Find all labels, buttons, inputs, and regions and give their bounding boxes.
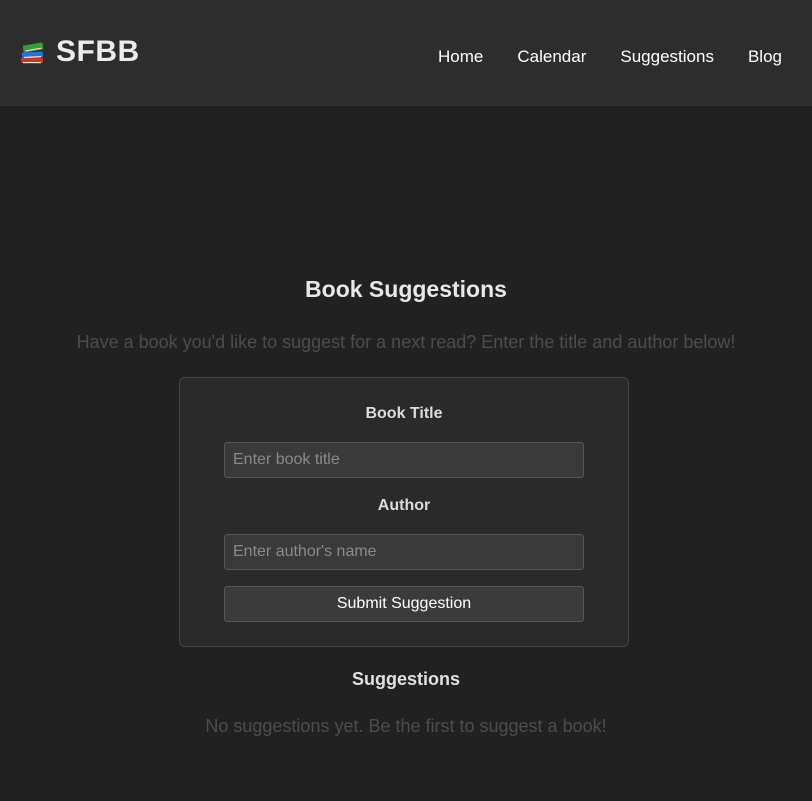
site-header: SFBB Home Calendar Suggestions Blog [0, 0, 812, 106]
nav-link-blog[interactable]: Blog [748, 47, 782, 67]
author-input[interactable] [224, 534, 584, 570]
nav-link-home[interactable]: Home [438, 47, 483, 67]
page-title: Book Suggestions [305, 276, 507, 302]
suggestions-heading: Suggestions [351, 669, 460, 689]
nav-link-suggestions[interactable]: Suggestions [620, 47, 714, 67]
main-nav: Home Calendar Suggestions Blog [438, 46, 812, 68]
brand[interactable]: SFBB [18, 34, 140, 70]
empty-suggestions-message: No suggestions yet. Be the first to sugg… [205, 716, 607, 736]
author-label: Author [377, 497, 431, 514]
page-subtitle: Have a book you'd like to suggest for a … [76, 332, 736, 352]
nav-link-calendar[interactable]: Calendar [517, 47, 586, 67]
brand-name: SFBB [56, 35, 140, 68]
book-title-input[interactable] [224, 442, 584, 478]
suggestion-form: Book Title Author Submit Suggestion [179, 377, 629, 647]
book-title-label: Book Title [365, 405, 443, 422]
books-icon [21, 42, 44, 64]
submit-suggestion-button[interactable]: Submit Suggestion [224, 586, 584, 622]
